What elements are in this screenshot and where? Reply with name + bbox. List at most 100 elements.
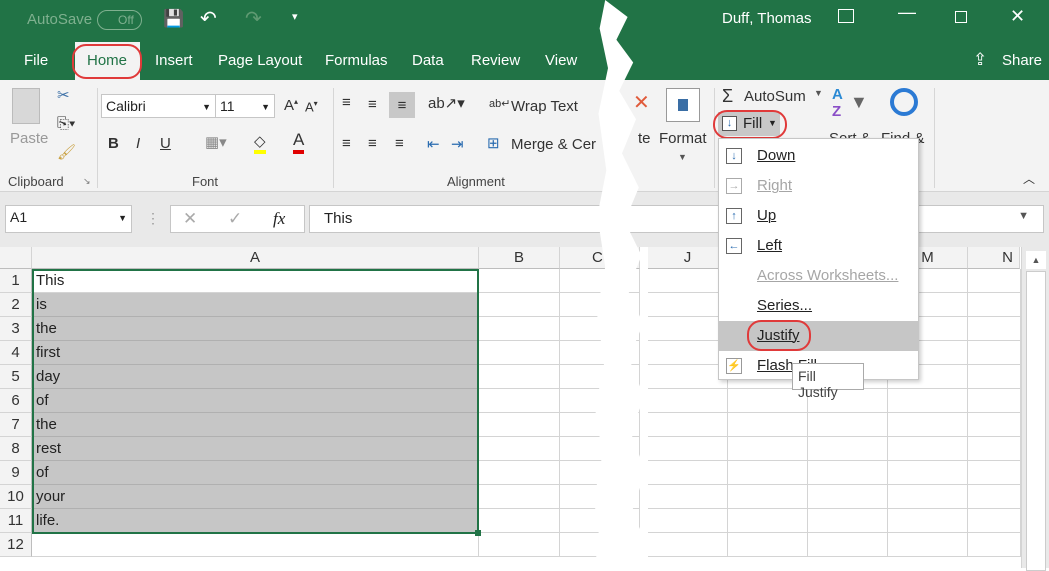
cell-m8[interactable] (888, 437, 968, 461)
cell-l9[interactable] (808, 461, 888, 485)
minimize-icon[interactable]: — (898, 2, 916, 23)
cell-m9[interactable] (888, 461, 968, 485)
borders-icon[interactable]: ▦▾ (205, 133, 227, 151)
cell-j12[interactable] (648, 533, 728, 557)
row-header[interactable]: 1 (0, 269, 32, 293)
cell-k11[interactable] (728, 509, 808, 533)
row-header[interactable]: 10 (0, 485, 32, 509)
autosum-button[interactable]: AutoSum (744, 88, 806, 105)
decrease-indent-icon[interactable]: ⇤ (427, 135, 440, 153)
cell-m12[interactable] (888, 533, 968, 557)
enter-icon[interactable]: ✓ (228, 209, 242, 229)
cell-j7[interactable] (648, 413, 728, 437)
tab-review[interactable]: Review (471, 52, 520, 69)
menu-item-up[interactable]: ↑ Up (719, 201, 918, 231)
row-header[interactable]: 5 (0, 365, 32, 389)
formula-input[interactable]: This ▼ (309, 205, 1044, 233)
italic-button[interactable]: I (136, 135, 140, 152)
cell-j4[interactable] (648, 341, 728, 365)
autosave-toggle[interactable]: Off (97, 10, 142, 30)
paste-button[interactable]: Paste (10, 130, 48, 147)
menu-item-series[interactable]: Series... (719, 291, 918, 321)
maximize-icon[interactable] (955, 11, 967, 23)
cell-l8[interactable] (808, 437, 888, 461)
tab-file[interactable]: File (24, 52, 48, 69)
cell-k6[interactable] (728, 389, 808, 413)
close-icon[interactable]: ✕ (1010, 6, 1025, 27)
cancel-icon[interactable]: ✕ (183, 209, 197, 229)
tab-formulas[interactable]: Formulas (325, 52, 388, 69)
font-name-combo[interactable]: Calibri ▼ (101, 94, 216, 118)
cell-n2[interactable] (968, 293, 1021, 317)
underline-button[interactable]: U (160, 135, 171, 152)
delete-button-partial[interactable]: te (638, 130, 651, 147)
tab-page-layout[interactable]: Page Layout (218, 52, 302, 69)
font-color-icon[interactable]: A (293, 130, 305, 154)
cell-j3[interactable] (648, 317, 728, 341)
format-painter-icon[interactable]: 🖌 (57, 143, 76, 161)
cell-n12[interactable] (968, 533, 1021, 557)
paste-icon[interactable] (12, 88, 40, 124)
cell-a3[interactable]: the (32, 317, 479, 341)
cell-b10[interactable] (479, 485, 560, 509)
align-center-icon[interactable]: ≡ (368, 135, 377, 152)
cell-n10[interactable] (968, 485, 1021, 509)
cell-a1[interactable]: This (32, 269, 479, 293)
column-header-n[interactable]: N (968, 247, 1020, 269)
sort-filter-icon[interactable]: AZ (832, 86, 843, 120)
cell-n1[interactable] (968, 269, 1021, 293)
increase-font-icon[interactable]: A▴ (284, 97, 298, 114)
fill-handle[interactable] (475, 530, 481, 536)
cell-a4[interactable]: first (32, 341, 479, 365)
cell-l10[interactable] (808, 485, 888, 509)
cell-b12[interactable] (479, 533, 560, 557)
cell-m7[interactable] (888, 413, 968, 437)
cell-a5[interactable]: day (32, 365, 479, 389)
row-header[interactable]: 9 (0, 461, 32, 485)
cell-k8[interactable] (728, 437, 808, 461)
row-header[interactable]: 3 (0, 317, 32, 341)
menu-item-down[interactable]: ↓ Down (719, 141, 918, 171)
menu-item-left[interactable]: ← Left (719, 231, 918, 261)
cut-icon[interactable]: ✂ (57, 86, 70, 104)
cell-k9[interactable] (728, 461, 808, 485)
menu-item-right[interactable]: → Right (719, 171, 918, 201)
user-name[interactable]: Duff, Thomas (722, 10, 812, 27)
row-header[interactable]: 8 (0, 437, 32, 461)
cell-a7[interactable]: the (32, 413, 479, 437)
cell-a10[interactable]: your (32, 485, 479, 509)
save-icon[interactable]: 💾 (163, 9, 184, 29)
cell-b1[interactable] (479, 269, 560, 293)
fill-color-icon[interactable]: ◇ (254, 132, 266, 154)
cell-a9[interactable]: of (32, 461, 479, 485)
select-all-corner[interactable] (0, 247, 32, 269)
align-middle-icon[interactable]: ≡ (368, 96, 377, 113)
cell-k12[interactable] (728, 533, 808, 557)
font-size-combo[interactable]: 11 ▼ (215, 94, 275, 118)
cell-j5[interactable] (648, 365, 728, 389)
cell-n7[interactable] (968, 413, 1021, 437)
delete-icon[interactable]: ✕ (633, 90, 650, 115)
cell-m10[interactable] (888, 485, 968, 509)
row-header[interactable]: 2 (0, 293, 32, 317)
cell-b7[interactable] (479, 413, 560, 437)
orientation-icon[interactable]: ab↗▾ (428, 94, 465, 112)
copy-icon[interactable]: ⎘▾ (57, 115, 75, 132)
insert-function-icon[interactable]: fx (273, 209, 285, 229)
cell-a6[interactable]: of (32, 389, 479, 413)
column-header-j[interactable]: J (648, 247, 728, 269)
merge-center-button[interactable]: Merge & Cer (511, 136, 596, 153)
cell-l12[interactable] (808, 533, 888, 557)
cell-m6[interactable] (888, 389, 968, 413)
cell-a8[interactable]: rest (32, 437, 479, 461)
tab-data[interactable]: Data (412, 52, 444, 69)
align-left-icon[interactable]: ≡ (342, 135, 351, 152)
cell-b9[interactable] (479, 461, 560, 485)
redo-icon[interactable]: ↷ (245, 6, 262, 31)
wrap-text-button[interactable]: Wrap Text (511, 98, 578, 115)
cell-n11[interactable] (968, 509, 1021, 533)
row-header[interactable]: 4 (0, 341, 32, 365)
undo-icon[interactable]: ↶ (200, 6, 217, 31)
row-header[interactable]: 11 (0, 509, 32, 533)
scroll-up-icon[interactable]: ▲ (1026, 251, 1046, 269)
